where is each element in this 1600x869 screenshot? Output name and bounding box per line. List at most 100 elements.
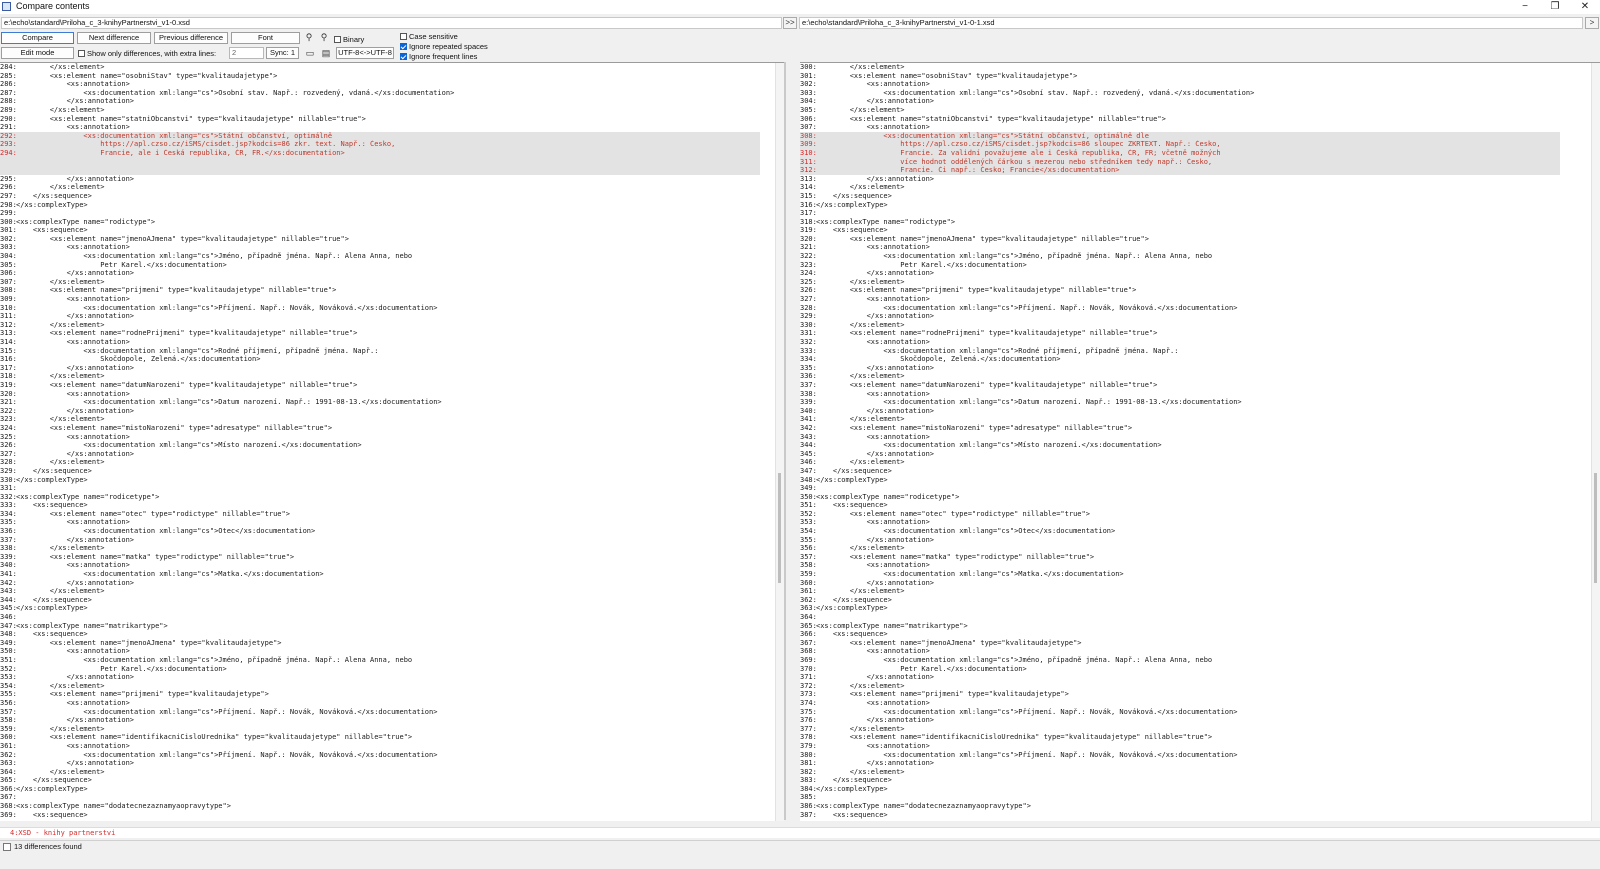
font-button[interactable]: Font: [231, 32, 300, 44]
code-line[interactable]: 378: <xs:element name="identifikacniCisl…: [800, 733, 1560, 742]
code-line[interactable]: 335: <xs:annotation>: [0, 518, 760, 527]
code-line[interactable]: 315: <xs:documentation xml:lang="cs">Rod…: [0, 347, 760, 356]
code-line[interactable]: 331:: [0, 484, 760, 493]
code-line[interactable]: 334: Skočdopole, Zelená.</xs:documentati…: [800, 355, 1560, 364]
code-line[interactable]: 323: Petr Karel.</xs:documentation>: [800, 261, 1560, 270]
code-line[interactable]: 377: </xs:element>: [800, 725, 1560, 734]
code-line[interactable]: 309: <xs:annotation>: [0, 295, 760, 304]
code-line[interactable]: 304: </xs:annotation>: [800, 97, 1560, 106]
code-line[interactable]: 363: </xs:annotation>: [0, 759, 760, 768]
code-line[interactable]: 314: <xs:annotation>: [0, 338, 760, 347]
code-line[interactable]: 333: <xs:sequence>: [0, 501, 760, 510]
code-line[interactable]: 288: </xs:annotation>: [0, 97, 760, 106]
code-line[interactable]: 380: <xs:documentation xml:lang="cs">Pří…: [800, 751, 1560, 760]
code-line[interactable]: 373: <xs:element name="prijmeni" type="k…: [800, 690, 1560, 699]
code-line[interactable]: 353: <xs:annotation>: [800, 518, 1560, 527]
code-line[interactable]: 329: </xs:annotation>: [800, 312, 1560, 321]
code-line[interactable]: 379: <xs:annotation>: [800, 742, 1560, 751]
ignore-repeated-spaces-box[interactable]: [400, 43, 407, 50]
code-line[interactable]: 304: <xs:documentation xml:lang="cs">Jmé…: [0, 252, 760, 261]
left-scrollbar-thumb[interactable]: [778, 473, 781, 583]
code-line[interactable]: 316: Skočdopole, Zelená.</xs:documentati…: [0, 355, 760, 364]
code-line[interactable]: 314: </xs:element>: [800, 183, 1560, 192]
diff-line[interactable]: 312: Francie. Či např.: Česko; Francie</…: [800, 166, 1560, 175]
code-line[interactable]: 367:: [0, 793, 760, 802]
pane-splitter[interactable]: [784, 62, 786, 820]
code-line[interactable]: 328: </xs:element>: [0, 458, 760, 467]
code-line[interactable]: 305: </xs:element>: [800, 106, 1560, 115]
code-line[interactable]: 322: </xs:annotation>: [0, 407, 760, 416]
code-line[interactable]: 349:: [800, 484, 1560, 493]
code-line[interactable]: 366: <xs:sequence>: [800, 630, 1560, 639]
code-line[interactable]: 363:</xs:complexType>: [800, 604, 1560, 613]
diff-line[interactable]: 293: https://apl.czso.cz/iSMS/cisdet.jsp…: [0, 140, 760, 149]
code-line[interactable]: 343: <xs:annotation>: [800, 433, 1560, 442]
code-line[interactable]: 291: <xs:annotation>: [0, 123, 760, 132]
code-line[interactable]: 342: </xs:annotation>: [0, 579, 760, 588]
code-line[interactable]: 324: <xs:element name="mistoNarozeni" ty…: [0, 424, 760, 433]
code-line[interactable]: 339: <xs:documentation xml:lang="cs">Dat…: [800, 398, 1560, 407]
code-line[interactable]: 324: </xs:annotation>: [800, 269, 1560, 278]
code-line[interactable]: 302: <xs:annotation>: [800, 80, 1560, 89]
code-line[interactable]: 321: <xs:documentation xml:lang="cs">Dat…: [0, 398, 760, 407]
code-line[interactable]: 303: <xs:annotation>: [0, 243, 760, 252]
code-line[interactable]: 311: </xs:annotation>: [0, 312, 760, 321]
code-line[interactable]: 350:<xs:complexType name="rodicetype">: [800, 493, 1560, 502]
code-line[interactable]: 384:</xs:complexType>: [800, 785, 1560, 794]
code-line[interactable]: 376: </xs:annotation>: [800, 716, 1560, 725]
code-line[interactable]: 356: </xs:element>: [800, 544, 1560, 553]
ignore-frequent-lines-box[interactable]: [400, 53, 407, 60]
case-sensitive-checkbox[interactable]: Case sensitive: [400, 32, 458, 41]
code-line[interactable]: 387: <xs:sequence>: [800, 811, 1560, 820]
code-line[interactable]: 358: </xs:annotation>: [0, 716, 760, 725]
next-difference-button[interactable]: Next difference: [77, 32, 151, 44]
code-line[interactable]: 303: <xs:documentation xml:lang="cs">Oso…: [800, 89, 1560, 98]
close-button[interactable]: ✕: [1570, 0, 1600, 14]
ignore-repeated-spaces-checkbox[interactable]: Ignore repeated spaces: [400, 42, 488, 51]
code-line[interactable]: 372: </xs:element>: [800, 682, 1560, 691]
code-line[interactable]: 347: </xs:sequence>: [800, 467, 1560, 476]
code-line[interactable]: 330: </xs:element>: [800, 321, 1560, 330]
code-line[interactable]: 370: Petr Karel.</xs:documentation>: [800, 665, 1560, 674]
code-line[interactable]: 381: </xs:annotation>: [800, 759, 1560, 768]
code-line[interactable]: 349: <xs:element name="jmenoAJmena" type…: [0, 639, 760, 648]
code-line[interactable]: 338: <xs:annotation>: [800, 390, 1560, 399]
code-line[interactable]: 346: </xs:element>: [800, 458, 1560, 467]
maximize-button[interactable]: ❐: [1540, 0, 1570, 14]
code-line[interactable]: 325: <xs:annotation>: [0, 433, 760, 442]
code-line[interactable]: 307: </xs:element>: [0, 278, 760, 287]
right-code-pane[interactable]: 300: </xs:element> 301: <xs:element name=…: [800, 62, 1600, 821]
code-line[interactable]: 319: <xs:sequence>: [800, 226, 1560, 235]
code-line[interactable]: 295: </xs:annotation>: [0, 175, 760, 184]
code-line[interactable]: 357: <xs:element name="matka" type="rodi…: [800, 553, 1560, 562]
code-line[interactable]: 287: <xs:documentation xml:lang="cs">Oso…: [0, 89, 760, 98]
code-line[interactable]: 335: </xs:annotation>: [800, 364, 1560, 373]
code-line[interactable]: 297: </xs:sequence>: [0, 192, 760, 201]
code-line[interactable]: 342: <xs:element name="mistoNarozeni" ty…: [800, 424, 1560, 433]
code-line[interactable]: 322: <xs:documentation xml:lang="cs">Jmé…: [800, 252, 1560, 261]
left-file-path[interactable]: e:\echo\standard\Priloha_c_3-knihyPartne…: [1, 17, 782, 29]
code-line[interactable]: 344: <xs:documentation xml:lang="cs">Mís…: [800, 441, 1560, 450]
code-line[interactable]: 362: <xs:documentation xml:lang="cs">Pří…: [0, 751, 760, 760]
code-line[interactable]: 318: </xs:element>: [0, 372, 760, 381]
left-code-pane[interactable]: 284: </xs:element> 285: <xs:element name=…: [0, 62, 784, 821]
code-line[interactable]: 346:: [0, 613, 760, 622]
code-line[interactable]: 320: <xs:annotation>: [0, 390, 760, 399]
code-line[interactable]: 307: <xs:annotation>: [800, 123, 1560, 132]
code-line[interactable]: 336: <xs:documentation xml:lang="cs">Ote…: [0, 527, 760, 536]
code-line[interactable]: 290: <xs:element name="statniObcanstvi" …: [0, 115, 760, 124]
code-line[interactable]: 374: <xs:annotation>: [800, 699, 1560, 708]
code-line[interactable]: 308: <xs:element name="prijmeni" type="k…: [0, 286, 760, 295]
code-line[interactable]: 361: </xs:element>: [800, 587, 1560, 596]
code-line[interactable]: 368:<xs:complexType name="dodatecnezazna…: [0, 802, 760, 811]
code-line[interactable]: 321: <xs:annotation>: [800, 243, 1560, 252]
diff-filler-line[interactable]: [0, 157, 760, 167]
diff-line[interactable]: 311: více hodnot oddělených čárkou s mez…: [800, 157, 1560, 167]
code-line[interactable]: 343: </xs:element>: [0, 587, 760, 596]
code-line[interactable]: 386:<xs:complexType name="dodatecnezazna…: [800, 802, 1560, 811]
code-line[interactable]: 316:</xs:complexType>: [800, 201, 1560, 210]
right-scrollbar[interactable]: [1591, 63, 1600, 821]
code-line[interactable]: 345: </xs:annotation>: [800, 450, 1560, 459]
code-line[interactable]: 354: <xs:documentation xml:lang="cs">Ote…: [800, 527, 1560, 536]
sync-button[interactable]: Sync: 1: [266, 47, 299, 59]
